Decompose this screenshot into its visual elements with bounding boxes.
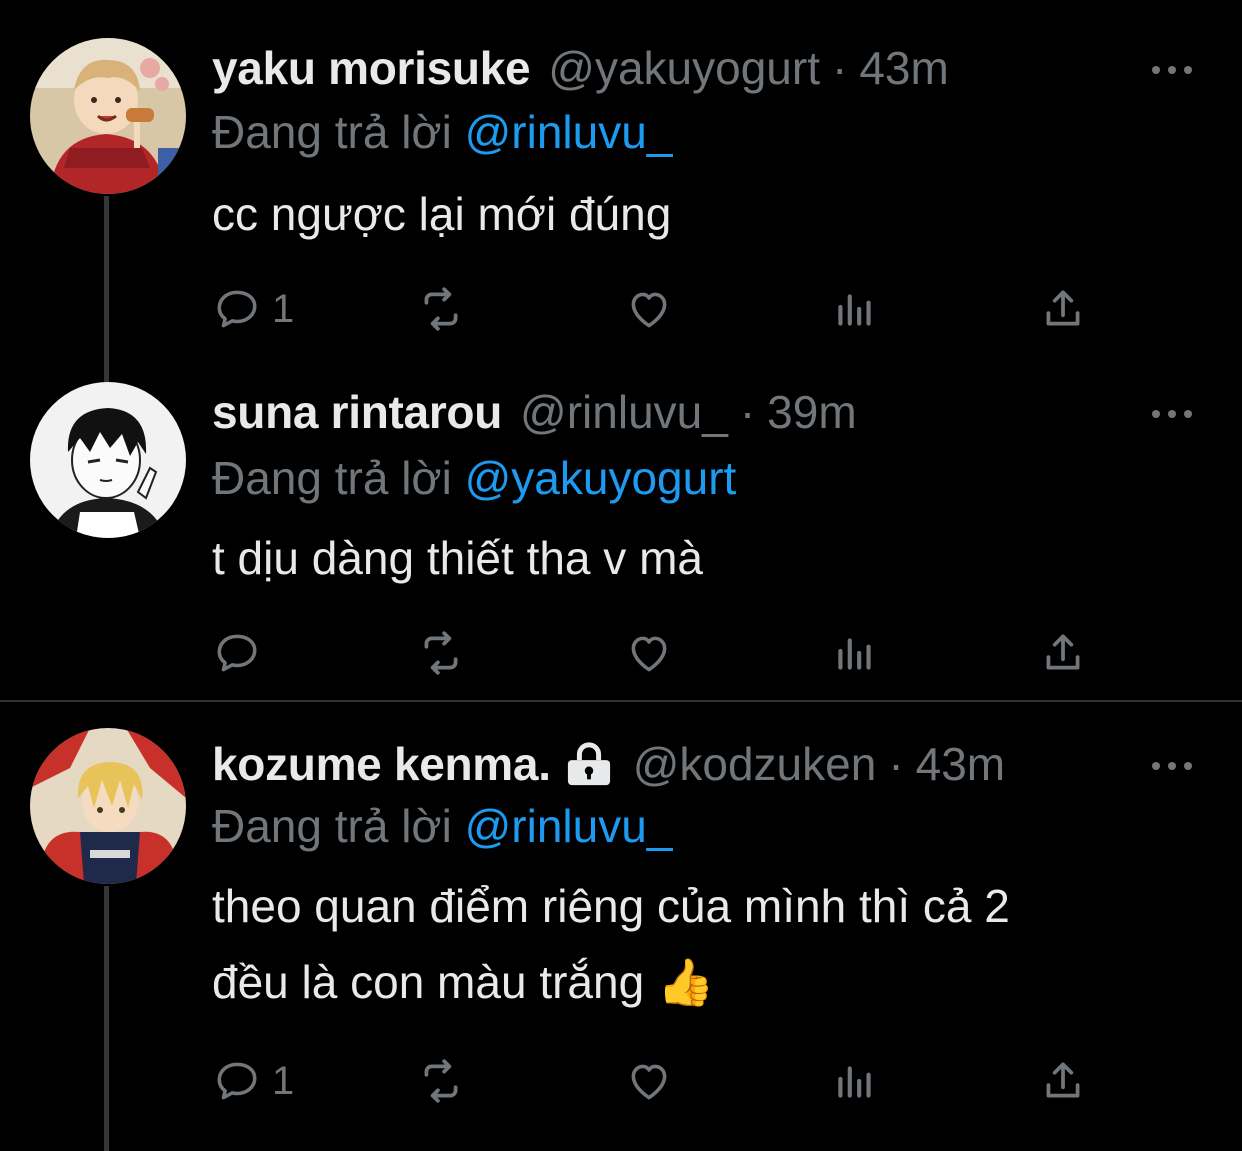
reply-button[interactable]: [212, 628, 272, 678]
timestamp[interactable]: 43m: [916, 736, 1005, 792]
retweet-button[interactable]: [416, 284, 466, 334]
replying-to: Đang trả lời @rinluvu_: [212, 798, 672, 854]
replying-to: Đang trả lời @rinluvu_: [212, 104, 672, 160]
share-icon: [1046, 290, 1080, 326]
replying-to: Đang trả lời @yakuyogurt: [212, 450, 736, 506]
timestamp[interactable]: 39m: [767, 384, 856, 440]
tweet-text: t dịu dàng thiết tha v mà: [212, 532, 703, 584]
reply-icon: [217, 634, 257, 672]
tweet-header: kozume kenma. @kodzuken · 43m: [212, 736, 1202, 792]
analytics-icon: [838, 638, 871, 670]
display-name[interactable]: kozume kenma.: [212, 736, 551, 792]
like-button[interactable]: [624, 284, 674, 334]
avatar-kenma[interactable]: [30, 728, 186, 884]
avatar-image: [30, 382, 186, 538]
tweet-text: cc ngược lại mới đúng: [212, 188, 672, 240]
replying-to-handle[interactable]: @rinluvu_: [465, 800, 673, 852]
avatar-image: [30, 728, 186, 884]
retweet-button[interactable]: [416, 628, 466, 678]
thread-line: [104, 196, 109, 380]
avatar-suna[interactable]: [30, 382, 186, 538]
tweet-kenma[interactable]: kozume kenma. @kodzuken · 43m Đang trả l…: [0, 702, 1242, 1151]
timestamp[interactable]: 43m: [859, 40, 948, 96]
retweet-icon: [424, 287, 458, 331]
tweet-text-line: đều là con màu trắng 👍: [212, 956, 715, 1008]
replying-to-label: Đang trả lời: [212, 452, 452, 504]
tweet-header: suna rintarou @rinluvu_ · 39m: [212, 384, 1202, 440]
analytics-icon: [838, 294, 871, 326]
analytics-button[interactable]: [830, 284, 880, 334]
user-handle[interactable]: @rinluvu_: [520, 384, 728, 440]
share-icon: [1046, 634, 1080, 670]
tweet-suna[interactable]: suna rintarou @rinluvu_ · 39m Đang trả l…: [0, 378, 1242, 700]
action-bar: 1: [212, 1056, 1092, 1106]
like-icon: [631, 292, 667, 328]
share-button[interactable]: [1038, 628, 1088, 678]
replying-to-handle[interactable]: @rinluvu_: [465, 106, 673, 158]
analytics-icon: [838, 1066, 871, 1098]
action-bar: 1: [212, 284, 1092, 334]
retweet-icon: [424, 1059, 458, 1103]
more-icon[interactable]: [1152, 60, 1192, 80]
lock-icon: [567, 742, 610, 786]
reply-icon: [217, 290, 257, 328]
user-handle[interactable]: @kodzuken: [633, 736, 877, 792]
replying-to-handle[interactable]: @yakuyogurt: [465, 452, 737, 504]
analytics-button[interactable]: [830, 1056, 880, 1106]
display-name[interactable]: suna rintarou: [212, 384, 502, 440]
separator-dot: ·: [739, 386, 756, 438]
avatar-yaku[interactable]: [30, 38, 186, 194]
share-button[interactable]: [1038, 1056, 1088, 1106]
like-icon: [631, 1064, 667, 1100]
like-icon: [631, 636, 667, 672]
reply-button[interactable]: 1: [212, 1056, 294, 1106]
retweet-button[interactable]: [416, 1056, 466, 1106]
like-button[interactable]: [624, 1056, 674, 1106]
like-button[interactable]: [624, 628, 674, 678]
reply-count: 1: [272, 1058, 295, 1103]
reply-button[interactable]: 1: [212, 284, 294, 334]
tweet-yaku[interactable]: yaku morisuke @yakuyogurt · 43m Đang trả…: [0, 0, 1242, 380]
thread-line: [104, 886, 109, 1151]
separator-dot: ·: [831, 42, 848, 94]
tweet-text-line: theo quan điểm riêng của mình thì cả 2: [212, 880, 1010, 932]
share-button[interactable]: [1038, 284, 1088, 334]
display-name[interactable]: yaku morisuke: [212, 40, 531, 96]
retweet-icon: [424, 631, 458, 675]
reply-icon: [217, 1062, 257, 1100]
avatar-image: [30, 38, 186, 194]
separator-dot: ·: [888, 738, 904, 790]
replying-to-label: Đang trả lời: [212, 800, 452, 852]
tweet-text: theo quan điểm riêng của mình thì cả 2 đ…: [212, 868, 1182, 1020]
reply-count: 1: [272, 286, 295, 331]
user-handle[interactable]: @yakuyogurt: [548, 40, 820, 96]
more-icon[interactable]: [1152, 404, 1192, 424]
replying-to-label: Đang trả lời: [212, 106, 452, 158]
action-bar: [212, 628, 1092, 678]
share-icon: [1046, 1062, 1080, 1098]
analytics-button[interactable]: [830, 628, 880, 678]
tweet-header: yaku morisuke @yakuyogurt · 43m: [212, 40, 1202, 96]
reply-feed: yaku morisuke @yakuyogurt · 43m Đang trả…: [0, 0, 1242, 1151]
more-icon[interactable]: [1152, 756, 1192, 776]
